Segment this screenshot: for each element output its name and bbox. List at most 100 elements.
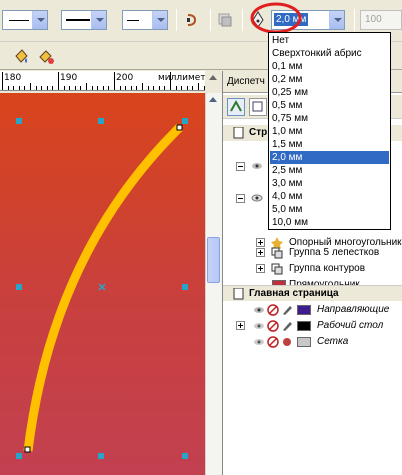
expand-toggle[interactable] xyxy=(256,248,265,257)
eye-icon[interactable] xyxy=(253,304,265,316)
ruler-tick xyxy=(13,86,15,90)
selection-handle[interactable] xyxy=(16,118,22,124)
eye-icon[interactable] xyxy=(251,192,263,204)
ruler-tick xyxy=(102,86,104,90)
pencil-icon[interactable] xyxy=(281,304,293,316)
master-layer-row[interactable]: Сетка xyxy=(223,334,402,350)
fill-bucket-icon[interactable] xyxy=(12,48,30,66)
object-view-icon[interactable] xyxy=(249,98,267,116)
ruler-tick xyxy=(69,86,71,90)
dropdown-option[interactable]: 5,0 мм xyxy=(270,203,389,216)
eye-icon[interactable] xyxy=(253,336,265,348)
layer-label: Сетка xyxy=(317,336,349,347)
master-layer-row[interactable]: Рабочий стол xyxy=(223,318,402,334)
layers-view-icon[interactable] xyxy=(227,98,245,116)
dropdown-option[interactable]: Сверхтонкий абрис xyxy=(270,47,389,60)
fill-color-icon[interactable] xyxy=(37,48,55,66)
master-page-row[interactable]: Главная страница xyxy=(223,285,402,301)
docker-tab-label: Диспетч xyxy=(227,76,265,87)
line-style-icon xyxy=(66,19,90,21)
expand-toggle[interactable] xyxy=(236,321,245,330)
ruler-tick xyxy=(30,83,31,90)
arrow-up-icon[interactable] xyxy=(209,75,217,80)
page-icon xyxy=(233,288,244,300)
wrap-text-icon[interactable] xyxy=(218,12,232,28)
dropdown-option[interactable]: 3,0 мм xyxy=(270,177,389,190)
ruler-tick xyxy=(186,86,188,90)
node-handle[interactable] xyxy=(176,124,183,131)
ruler-corner xyxy=(205,71,222,91)
master-layer-row[interactable]: Направляющие xyxy=(223,302,402,318)
horizontal-ruler[interactable]: 180 190 200 миллиметры xyxy=(0,71,222,91)
dropdown-option[interactable]: 0,2 мм xyxy=(270,73,389,86)
scroll-thumb[interactable] xyxy=(207,237,220,283)
selected-curve[interactable] xyxy=(0,93,205,475)
ruler-label: 190 xyxy=(60,73,78,83)
ruler-tick xyxy=(46,86,48,90)
ruler-tick xyxy=(24,86,26,90)
chevron-down-icon[interactable] xyxy=(32,11,47,29)
dropdown-option[interactable]: Нет xyxy=(270,34,389,47)
selection-handle[interactable] xyxy=(16,453,22,459)
ruler-tick xyxy=(52,86,54,90)
ruler-tick xyxy=(41,86,43,90)
layer-color-swatch[interactable] xyxy=(297,305,311,315)
toolbar-separator xyxy=(242,9,243,31)
chevron-down-icon[interactable] xyxy=(152,11,167,29)
end-arrow-select[interactable] xyxy=(122,10,168,30)
toolbar-separator xyxy=(210,9,211,31)
vertical-scrollbar[interactable] xyxy=(205,93,222,475)
ruler-tick xyxy=(86,83,87,90)
outline-width-dropdown[interactable]: Нет Сверхтонкий абрис 0,1 мм 0,2 мм 0,25 мм 0… xyxy=(268,32,391,230)
line-end-icon xyxy=(127,20,139,21)
ruler-tick xyxy=(192,86,194,90)
layer-color-swatch[interactable] xyxy=(297,337,311,347)
scroll-up-icon[interactable] xyxy=(209,97,217,102)
dropdown-option[interactable]: 2,0 мм xyxy=(270,151,389,164)
collapse-toggle[interactable] xyxy=(236,194,245,203)
eye-icon[interactable] xyxy=(251,160,263,172)
ruler-tick xyxy=(108,86,110,90)
dropdown-option[interactable]: 0,25 мм xyxy=(270,86,389,99)
ruler-tick xyxy=(74,86,76,90)
dropdown-option[interactable]: 0,1 мм xyxy=(270,60,389,73)
dropdown-option[interactable]: 1,0 мм xyxy=(270,125,389,138)
ruler-tick xyxy=(18,86,20,90)
selection-handle[interactable] xyxy=(16,284,22,290)
print-disabled-icon[interactable] xyxy=(267,304,279,316)
convert-outline-icon[interactable] xyxy=(185,12,199,28)
toolbar-separator xyxy=(354,9,355,31)
selection-handle[interactable] xyxy=(182,118,188,124)
dropdown-option[interactable]: 10,0 мм xyxy=(270,216,389,229)
print-disabled-icon[interactable] xyxy=(267,320,279,332)
selection-handle[interactable] xyxy=(182,284,188,290)
lock-icon[interactable] xyxy=(281,336,293,348)
chevron-down-icon[interactable] xyxy=(91,11,106,29)
ruler-tick xyxy=(80,86,82,90)
print-disabled-icon[interactable] xyxy=(267,336,279,348)
chevron-down-icon[interactable] xyxy=(329,11,344,29)
dropdown-option[interactable]: 2,5 мм xyxy=(270,164,389,177)
dropdown-option[interactable]: 0,75 мм xyxy=(270,112,389,125)
eye-icon[interactable] xyxy=(253,320,265,332)
expand-toggle[interactable] xyxy=(256,264,265,273)
app-window: 2,0 мм 100 180 190 200 миллиметры Диспет… xyxy=(0,0,402,475)
line-style-select[interactable] xyxy=(61,10,107,30)
layer-color-swatch[interactable] xyxy=(297,321,311,331)
start-arrow-select[interactable] xyxy=(2,10,48,30)
selection-handle[interactable] xyxy=(182,453,188,459)
tree-item[interactable]: Группа контуров xyxy=(223,261,402,277)
ruler-tick xyxy=(136,86,138,90)
dropdown-option[interactable]: 1,5 мм xyxy=(270,138,389,151)
dropdown-option[interactable]: 4,0 мм xyxy=(270,190,389,203)
collapse-toggle[interactable] xyxy=(236,162,245,171)
selection-handle[interactable] xyxy=(98,118,104,124)
node-handle[interactable] xyxy=(24,446,31,453)
tree-item[interactable]: Группа 5 лепестков xyxy=(223,245,402,261)
ruler-tick xyxy=(125,86,127,90)
spin-field[interactable]: 100 xyxy=(360,10,402,30)
selection-handle[interactable] xyxy=(98,453,104,459)
ruler-tick xyxy=(164,86,166,90)
dropdown-option[interactable]: 0,5 мм xyxy=(270,99,389,112)
pencil-icon[interactable] xyxy=(281,320,293,332)
